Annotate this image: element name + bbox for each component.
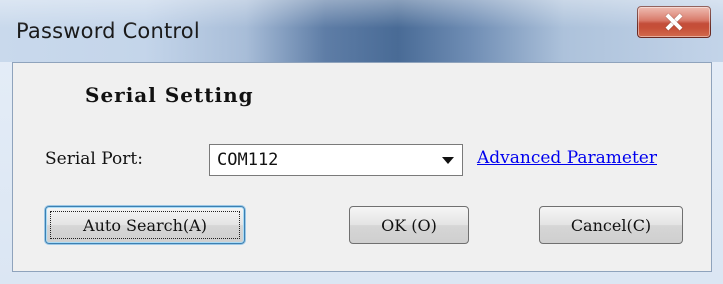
auto-search-button[interactable]: Auto Search(A): [45, 206, 245, 244]
close-icon: [665, 13, 683, 31]
title-bar[interactable]: Password Control: [0, 0, 723, 62]
section-title: Serial Setting: [85, 83, 254, 107]
cancel-button[interactable]: Cancel(C): [539, 206, 683, 244]
close-button[interactable]: [637, 6, 711, 38]
advanced-parameter-link[interactable]: Advanced Parameter: [477, 148, 657, 168]
window-title: Password Control: [16, 19, 200, 43]
ok-label: OK (O): [381, 215, 437, 235]
password-control-dialog: Password Control Serial Setting Serial P…: [0, 0, 723, 284]
cancel-label: Cancel(C): [570, 215, 652, 235]
dialog-body: Serial Setting Serial Port: COM112 Advan…: [12, 62, 712, 272]
serial-port-label: Serial Port:: [45, 149, 143, 169]
ok-button[interactable]: OK (O): [349, 206, 469, 244]
dropdown-arrow-icon[interactable]: [442, 157, 454, 164]
serial-port-select[interactable]: COM112: [209, 144, 463, 176]
serial-port-value: COM112: [217, 150, 279, 170]
auto-search-label: Auto Search(A): [83, 215, 207, 235]
